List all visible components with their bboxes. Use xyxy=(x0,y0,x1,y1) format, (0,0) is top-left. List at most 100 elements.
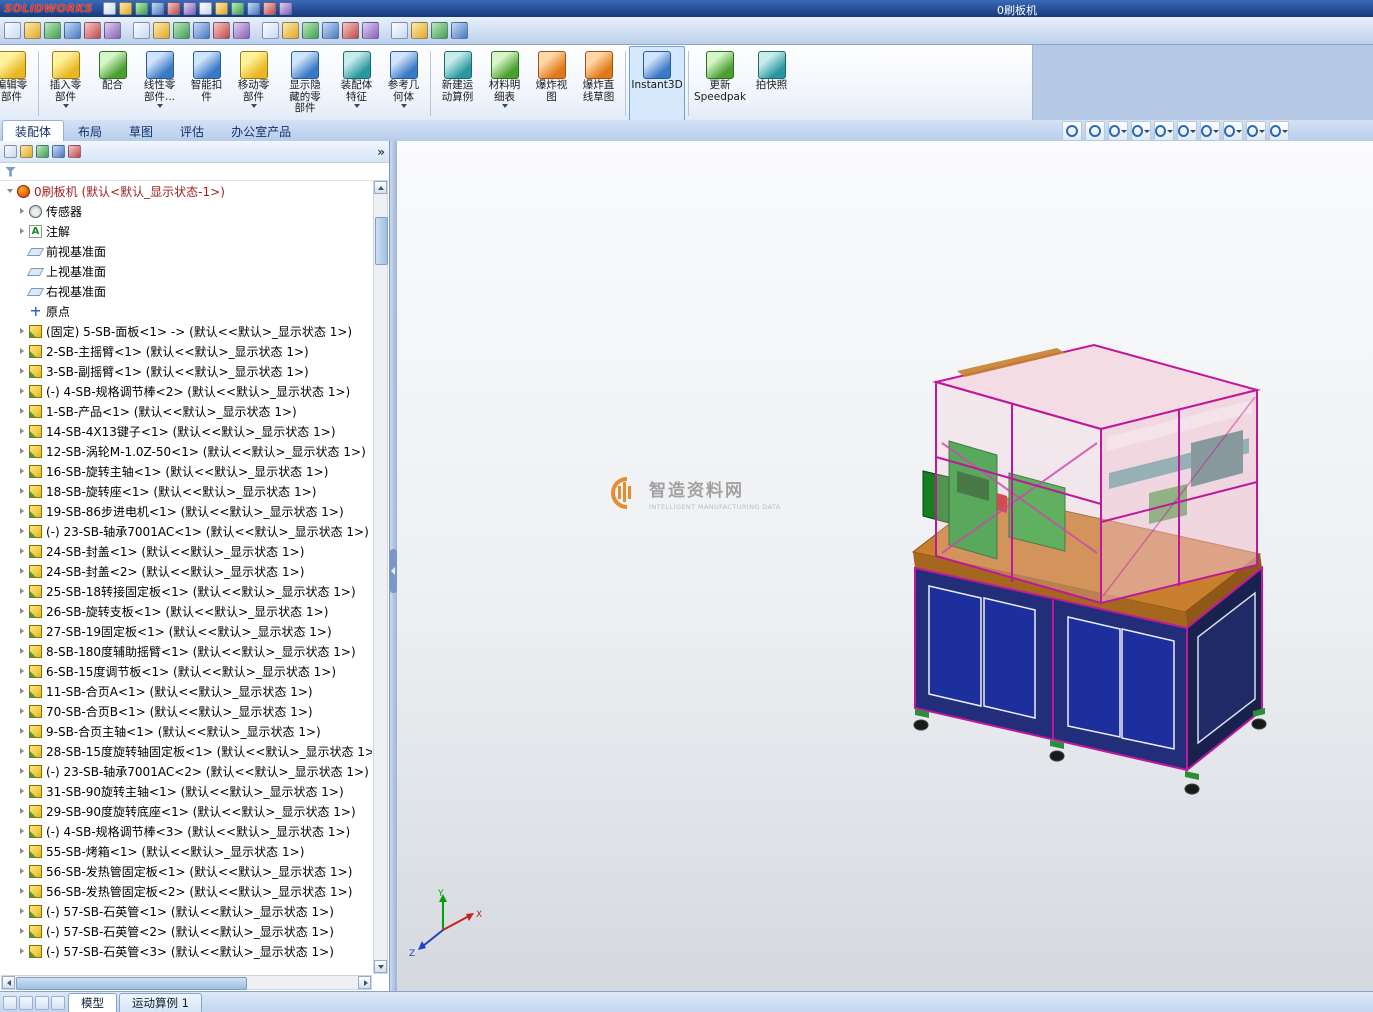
section-properties-icon[interactable] xyxy=(84,22,101,39)
edit-component-button[interactable]: 编辑零 部件 xyxy=(0,46,35,121)
expander-icon[interactable] xyxy=(20,508,24,514)
expander-icon[interactable] xyxy=(20,208,24,214)
zoom-modify-icon[interactable] xyxy=(262,22,279,39)
open-icon[interactable] xyxy=(119,2,132,15)
expander-icon[interactable] xyxy=(20,808,24,814)
help-icon[interactable] xyxy=(279,2,292,15)
scroll-down-icon[interactable] xyxy=(374,960,387,973)
tab-model[interactable]: 模型 xyxy=(68,993,117,1012)
expander-icon[interactable] xyxy=(20,708,24,714)
tree-item[interactable]: 28-SB-15度旋转轴固定板<1> (默认<<默认>_显示状态 1>) xyxy=(2,741,372,761)
expander-icon[interactable] xyxy=(20,368,24,374)
mass-properties-icon[interactable] xyxy=(64,22,81,39)
tree-item[interactable]: 右视基准面 xyxy=(2,281,372,301)
expander-icon[interactable] xyxy=(20,448,24,454)
explode-line-sketch-button[interactable]: 爆炸直 线草图 xyxy=(575,46,622,121)
tab-motion-study-1[interactable]: 运动算例 1 xyxy=(119,993,202,1012)
tree-item[interactable]: 27-SB-19固定板<1> (默认<<默认>_显示状态 1>) xyxy=(2,621,372,641)
zoom-area-icon[interactable] xyxy=(1085,121,1105,141)
appearance-icon[interactable] xyxy=(282,22,299,39)
expander-icon[interactable] xyxy=(20,468,24,474)
tab-assembly[interactable]: 装配体 xyxy=(2,120,64,141)
new-motion-study-button[interactable]: 新建运 动算例 xyxy=(434,46,481,121)
tree-item[interactable]: 传感器 xyxy=(2,201,372,221)
zebra-stripes-icon[interactable] xyxy=(322,22,339,39)
expander-icon[interactable] xyxy=(20,528,24,534)
expander-icon[interactable] xyxy=(20,668,24,674)
expander-icon[interactable] xyxy=(20,568,24,574)
expander-icon[interactable] xyxy=(20,868,24,874)
tree-item[interactable]: 70-SB-合页B<1> (默认<<默认>_显示状态 1>) xyxy=(2,701,372,721)
expander-icon[interactable] xyxy=(7,189,13,193)
expander-icon[interactable] xyxy=(20,888,24,894)
take-snapshot-button[interactable]: 拍快照 xyxy=(748,46,795,121)
expander-icon[interactable] xyxy=(20,548,24,554)
new-document-icon[interactable] xyxy=(103,2,116,15)
print-icon[interactable] xyxy=(151,2,164,15)
options-icon[interactable] xyxy=(263,2,276,15)
interference-detection-icon[interactable] xyxy=(391,22,408,39)
bill-of-materials-button[interactable]: 材料明 细表 xyxy=(481,46,528,121)
expander-icon[interactable] xyxy=(20,348,24,354)
assembly-features-button[interactable]: 装配体 特征 xyxy=(333,46,380,121)
tree-item[interactable]: 26-SB-旋转支板<1> (默认<<默认>_显示状态 1>) xyxy=(2,601,372,621)
import-diagnostics-icon[interactable] xyxy=(173,22,190,39)
expander-icon[interactable] xyxy=(20,748,24,754)
expander-icon[interactable] xyxy=(20,908,24,914)
expander-icon[interactable] xyxy=(20,688,24,694)
camera-icon[interactable] xyxy=(431,22,448,39)
propertymanager-tab-icon[interactable] xyxy=(20,145,33,158)
edit-appearance-icon[interactable] xyxy=(1223,121,1243,141)
scroll-left-icon[interactable] xyxy=(2,976,15,989)
scroll-up-icon[interactable] xyxy=(374,181,387,194)
linear-component-pattern-button[interactable]: 线性零 部件... xyxy=(136,46,183,121)
scroll-right-icon[interactable] xyxy=(358,976,371,989)
tree-item[interactable]: 16-SB-旋转主轴<1> (默认<<默认>_显示状态 1>) xyxy=(2,461,372,481)
expander-icon[interactable] xyxy=(20,768,24,774)
tree-item[interactable]: (-) 23-SB-轴承7001AC<1> (默认<<默认>_显示状态 1>) xyxy=(2,521,372,541)
statistics-icon[interactable] xyxy=(153,22,170,39)
undo-icon[interactable] xyxy=(183,2,196,15)
tree-item[interactable]: A注解 xyxy=(2,221,372,241)
apply-scene-icon[interactable] xyxy=(1246,121,1266,141)
spell-check-icon[interactable] xyxy=(4,22,21,39)
tree-vertical-scrollbar[interactable] xyxy=(373,180,388,974)
configurationmanager-tab-icon[interactable] xyxy=(36,145,49,158)
section-view-icon[interactable] xyxy=(1131,121,1151,141)
tree-item[interactable]: 31-SB-90旋转主轴<1> (默认<<默认>_显示状态 1>) xyxy=(2,781,372,801)
expander-icon[interactable] xyxy=(20,648,24,654)
tree-item[interactable]: 19-SB-86步进电机<1> (默认<<默认>_显示状态 1>) xyxy=(2,501,372,521)
tree-item[interactable]: 2-SB-主摇臂<1> (默认<<默认>_显示状态 1>) xyxy=(2,341,372,361)
equations-icon[interactable] xyxy=(133,22,150,39)
expander-icon[interactable] xyxy=(20,408,24,414)
zoom-fit-icon[interactable] xyxy=(1062,121,1082,141)
tree-item[interactable]: 原点 xyxy=(2,301,372,321)
tree-item[interactable]: 11-SB-合页A<1> (默认<<默认>_显示状态 1>) xyxy=(2,681,372,701)
tree-item[interactable]: (固定) 5-SB-面板<1> -> (默认<<默认>_显示状态 1>) xyxy=(2,321,372,341)
move-component-button[interactable]: 移动零 部件 xyxy=(230,46,277,121)
hide-show-items-icon[interactable] xyxy=(1200,121,1220,141)
tree-item[interactable]: (-) 57-SB-石英管<3> (默认<<默认>_显示状态 1>) xyxy=(2,941,372,961)
curvature-icon[interactable] xyxy=(302,22,319,39)
tree-item[interactable]: 25-SB-18转接固定板<1> (默认<<默认>_显示状态 1>) xyxy=(2,581,372,601)
tree-item[interactable]: (-) 4-SB-规格调节棒<3> (默认<<默认>_显示状态 1>) xyxy=(2,821,372,841)
tab-scroll-last-icon[interactable] xyxy=(51,996,65,1010)
expander-icon[interactable] xyxy=(20,728,24,734)
tree-item[interactable]: 29-SB-90度旋转底座<1> (默认<<默认>_显示状态 1>) xyxy=(2,801,372,821)
expander-icon[interactable] xyxy=(20,228,24,234)
tree-item[interactable]: 55-SB-烤箱<1> (默认<<默认>_显示状态 1>) xyxy=(2,841,372,861)
display-style-icon[interactable] xyxy=(1177,121,1197,141)
expander-icon[interactable] xyxy=(20,488,24,494)
tree-item[interactable]: 3-SB-副摇臂<1> (默认<<默认>_显示状态 1>) xyxy=(2,361,372,381)
draft-analysis-icon[interactable] xyxy=(342,22,359,39)
tree-item[interactable]: 24-SB-封盖<2> (默认<<默认>_显示状态 1>) xyxy=(2,561,372,581)
measure-icon[interactable] xyxy=(44,22,61,39)
tree-item[interactable]: 6-SB-15度调节板<1> (默认<<默认>_显示状态 1>) xyxy=(2,661,372,681)
machine-3d-model[interactable] xyxy=(397,141,1373,991)
tree-item[interactable]: 8-SB-180度辅助摇臂<1> (默认<<默认>_显示状态 1>) xyxy=(2,641,372,661)
tree-root-item[interactable]: 0刷板机 (默认<默认_显示状态-1>) xyxy=(2,181,372,201)
redo-icon[interactable] xyxy=(199,2,212,15)
hole-alignment-icon[interactable] xyxy=(411,22,428,39)
view-settings-icon[interactable] xyxy=(1269,121,1289,141)
scrollbar-thumb[interactable] xyxy=(375,217,388,265)
